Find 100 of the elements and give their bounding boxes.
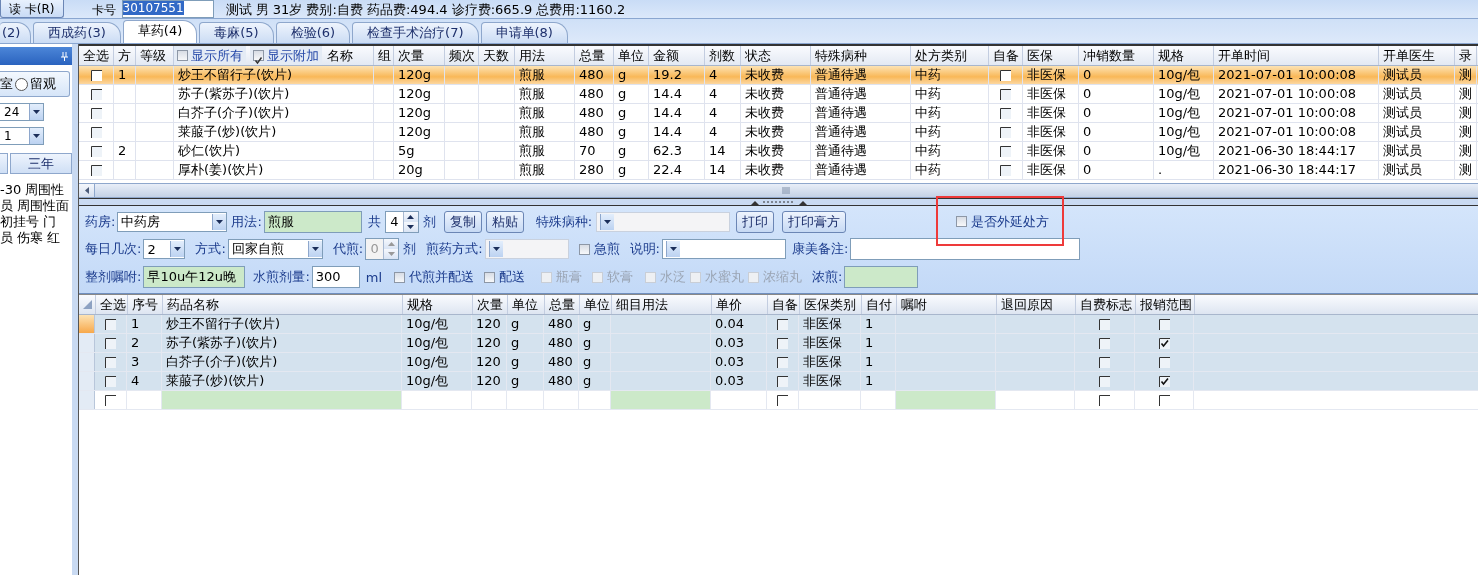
dropdown[interactable]: 24 [0, 103, 44, 121]
column-header: 频次 [445, 46, 479, 65]
table-row[interactable]: 苏子(紫苏子)(饮片) 120g 煎服 480 g 14.4 4 未收费 普通待遇 中药 非医保 0 10g/包 2021-07-01 10:00:08 测试员 测 [79, 85, 1478, 104]
tab[interactable]: 草药(4) [122, 20, 198, 43]
checkbox[interactable] [1099, 356, 1110, 368]
checkbox[interactable] [484, 271, 496, 283]
checkbox[interactable] [90, 145, 102, 157]
checkbox[interactable] [1000, 88, 1011, 100]
checkbox[interactable] [1099, 337, 1110, 349]
column-header: 序号 [128, 295, 163, 314]
dropdown[interactable]: 2 [143, 239, 186, 260]
checkbox[interactable] [105, 375, 116, 387]
input-field[interactable] [844, 266, 919, 289]
card-number-field[interactable]: 30107551 [121, 0, 214, 18]
table-cell: 普通待遇 [811, 161, 911, 179]
left-arrow-icon[interactable] [84, 187, 89, 194]
table-row[interactable]: 白芥子(介子)(饮片) 120g 煎服 480 g 14.4 4 未收费 普通待遇 中药 非医保 0 10g/包 2021-07-01 10:00:08 测试员 测 [79, 104, 1478, 123]
down-arrow-icon[interactable] [407, 224, 415, 229]
checkbox[interactable] [90, 69, 102, 81]
checkbox[interactable] [105, 318, 116, 330]
dropdown[interactable] [661, 239, 786, 260]
checkbox[interactable] [1000, 126, 1011, 138]
field-label: 整剂嘱咐: [85, 268, 142, 287]
checkbox[interactable] [777, 375, 788, 387]
action-button[interactable]: 粘贴 [485, 210, 524, 233]
input-field[interactable]: 早10u午12u晚 [143, 266, 246, 289]
caret-icon [311, 247, 319, 252]
radio-button[interactable] [15, 77, 28, 91]
field-label: 剂 [422, 212, 436, 231]
table-row[interactable]: 莱菔子(炒)(饮片) 120g 煎服 480 g 14.4 4 未收费 普通待遇 中药 非医保 0 10g/包 2021-07-01 10:00:08 测试员 测 [79, 123, 1478, 142]
tab[interactable]: 检查手术治疗(7) [352, 22, 479, 43]
checkbox[interactable] [1158, 394, 1170, 406]
table-row[interactable]: 厚朴(姜)(饮片) 20g 煎服 280 g 22.4 14 未收费 普通待遇 中药 非医保 0 . 2021-06-30 18:44:17 测试员 测 [79, 161, 1478, 180]
checkbox[interactable] [394, 271, 406, 283]
period-button[interactable]: 三年 [10, 153, 72, 174]
horizontal-scrollbar[interactable] [79, 183, 1478, 198]
spin-field[interactable]: 4 [384, 210, 419, 233]
splitter[interactable] [72, 44, 79, 575]
caret-icon [604, 219, 612, 224]
checkbox[interactable] [105, 394, 116, 406]
tab[interactable]: 检验(6) [275, 22, 351, 43]
action-button[interactable]: 打印 [736, 210, 775, 233]
input-field[interactable]: 煎服 [263, 210, 362, 233]
checkbox[interactable] [1099, 375, 1110, 387]
column-header: 开单医生 [1379, 46, 1455, 65]
action-button[interactable]: 复制 [443, 210, 482, 233]
dropdown[interactable]: 1 [0, 127, 44, 145]
checkbox[interactable] [90, 164, 102, 176]
checkbox[interactable] [1000, 145, 1011, 157]
tab[interactable]: (2) [0, 22, 32, 43]
checkbox[interactable] [1158, 318, 1170, 330]
checkbox[interactable] [90, 107, 102, 119]
checkbox[interactable] [777, 394, 788, 406]
column-header: 特殊病种 [811, 46, 911, 65]
input-field[interactable] [850, 238, 1081, 261]
table-cell: 480 [575, 104, 614, 122]
table-cell: 测试员 [1379, 104, 1455, 122]
dropdown[interactable]: 回家自煎 [227, 239, 323, 260]
checkbox[interactable] [105, 337, 116, 349]
up-arrow-icon[interactable] [407, 214, 415, 219]
table-cell: 0.03 [711, 334, 767, 352]
table-cell: 2021-06-30 18:44:17 [1214, 142, 1379, 160]
checkbox[interactable] [177, 50, 188, 61]
splitter-grip-icon[interactable] [750, 199, 807, 205]
checkbox[interactable] [90, 126, 102, 138]
table-row[interactable]: 1 炒王不留行子(饮片) 120g 煎服 480 g 19.2 4 未收费 普通待遇 中药 非医保 0 10g/包 2021-07-01 10:00:08 测试员 测 [79, 66, 1478, 85]
checkbox[interactable] [105, 356, 116, 368]
table-cell: 非医保 [1023, 66, 1079, 84]
dropdown[interactable]: 中药房 [117, 211, 228, 232]
checkbox[interactable] [1099, 318, 1110, 330]
tab[interactable]: 毒麻(5) [199, 22, 274, 43]
table-cell: 中药 [911, 104, 989, 122]
checkbox[interactable] [1158, 337, 1170, 349]
checkbox[interactable] [1000, 107, 1011, 119]
table-row[interactable]: 2 砂仁(饮片) 5g 煎服 70 g 62.3 14 未收费 普通待遇 中药 非医保 0 10g/包 2021-06-30 18:44:17 测试员 测 [79, 142, 1478, 161]
table-cell: 非医保 [1023, 161, 1079, 179]
checkbox[interactable] [1000, 164, 1011, 176]
pin-icon[interactable] [61, 51, 68, 61]
table-cell: 测 [1455, 104, 1477, 122]
table-cell: 480 [544, 372, 579, 390]
checkbox[interactable] [578, 244, 590, 255]
checkbox[interactable] [777, 337, 788, 349]
field-label: 浓煎: [812, 268, 843, 287]
input-field[interactable]: 300 [311, 266, 360, 289]
checkbox[interactable] [90, 88, 102, 100]
table-cell: 测 [1455, 123, 1477, 141]
column-header: 药品名称 [163, 295, 403, 314]
action-button[interactable]: 打印膏方 [782, 210, 847, 233]
checkbox[interactable] [1158, 375, 1170, 387]
checkbox-label: 水蜜丸 [705, 268, 745, 287]
checkbox[interactable] [956, 216, 968, 228]
checkbox[interactable] [1000, 69, 1011, 81]
checkbox[interactable] [1099, 394, 1110, 406]
read-card-button[interactable]: 读 卡(R) [0, 0, 64, 18]
table-cell: 480 [544, 334, 579, 352]
checkbox[interactable] [777, 318, 788, 330]
tab[interactable]: 申请单(8) [480, 22, 568, 43]
checkbox[interactable] [777, 356, 788, 368]
checkbox[interactable] [1158, 356, 1170, 368]
tab[interactable]: 西成药(3) [33, 22, 121, 43]
